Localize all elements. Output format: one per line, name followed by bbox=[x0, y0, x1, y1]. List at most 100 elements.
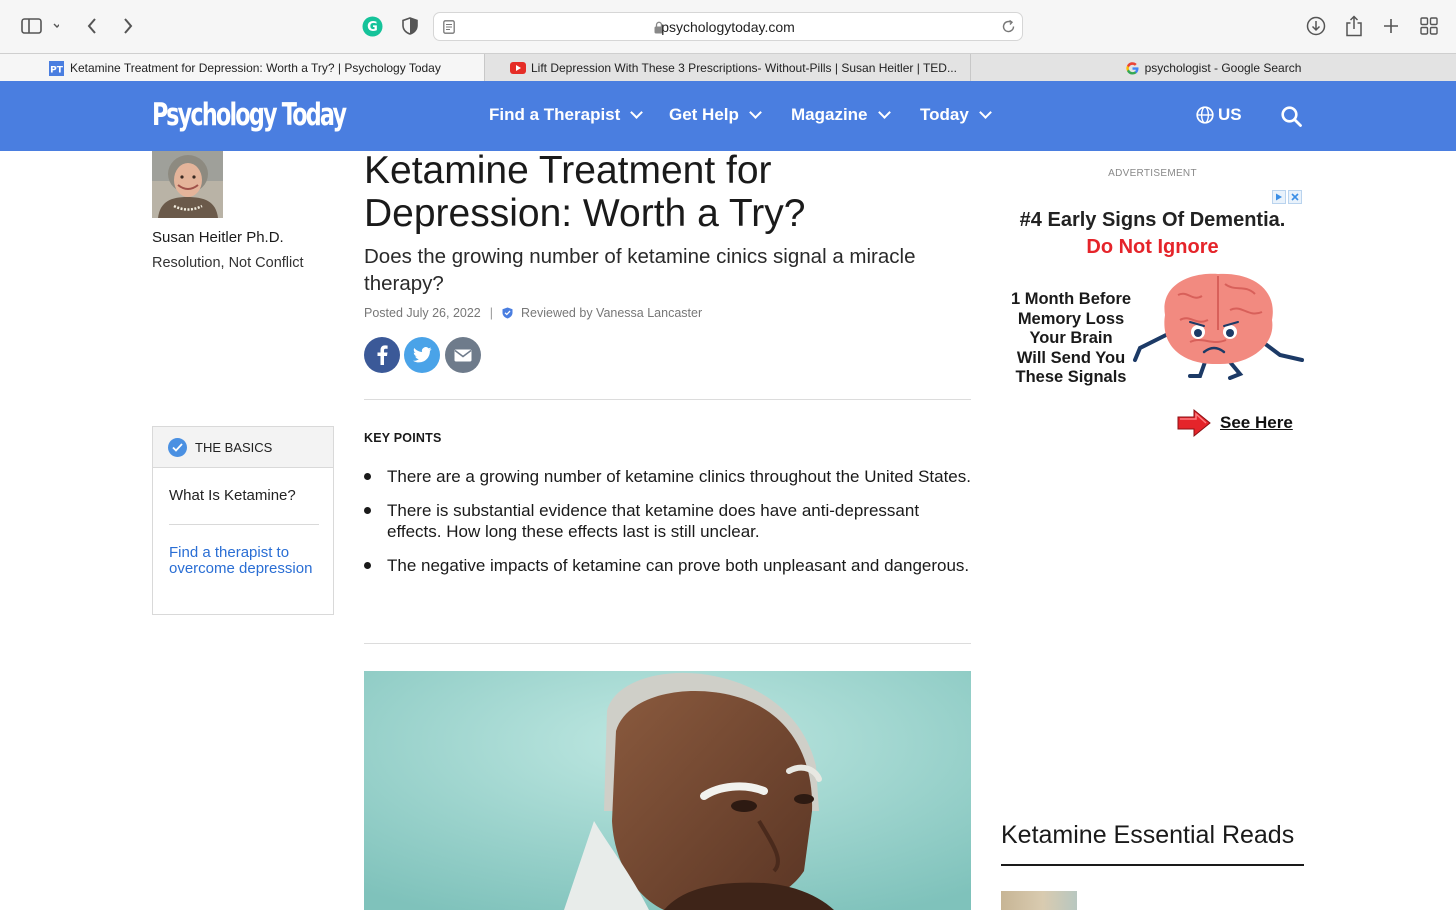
tab-label: Lift Depression With These 3 Prescriptio… bbox=[531, 61, 957, 75]
nav-today[interactable]: Today bbox=[920, 105, 992, 125]
tab-youtube-video[interactable]: Lift Depression With These 3 Prescriptio… bbox=[485, 54, 970, 82]
author-blog-name[interactable]: Resolution, Not Conflict bbox=[152, 255, 304, 271]
url-text: psychologytoday.com bbox=[661, 19, 795, 35]
chevron-down-icon bbox=[978, 106, 992, 119]
pensive-man-photo bbox=[364, 671, 971, 910]
ad-body-line: Memory Loss bbox=[1017, 309, 1125, 328]
nav-find-a-therapist[interactable]: Find a Therapist bbox=[489, 105, 644, 125]
shield-icon bbox=[402, 17, 418, 35]
ad-headline[interactable]: #4 Early Signs Of Dementia. bbox=[1001, 209, 1304, 232]
key-points-list: There are a growing number of ketamine c… bbox=[364, 466, 971, 589]
arrow-right-icon bbox=[1177, 408, 1211, 438]
browser-toolbar: G psychologytoday.com bbox=[0, 0, 1456, 53]
reviewed-by[interactable]: Reviewed by Vanessa Lancaster bbox=[521, 306, 702, 320]
reload-icon[interactable] bbox=[1001, 19, 1016, 34]
nav-label: Get Help bbox=[669, 105, 739, 124]
globe-icon bbox=[1196, 106, 1214, 124]
share-button[interactable] bbox=[1342, 12, 1366, 40]
share-icon bbox=[1346, 15, 1362, 37]
twitter-icon bbox=[412, 347, 431, 363]
nav-magazine[interactable]: Magazine bbox=[791, 105, 891, 125]
list-item: The negative impacts of ketamine can pro… bbox=[364, 555, 971, 576]
chevron-right-icon bbox=[124, 18, 133, 34]
plus-icon bbox=[1384, 19, 1398, 33]
google-favicon-icon bbox=[1125, 61, 1139, 75]
site-header: Psychology Today Find a Therapist Get He… bbox=[0, 81, 1456, 151]
tab-label: psychologist - Google Search bbox=[1144, 61, 1302, 75]
nav-label: Find a Therapist bbox=[489, 105, 621, 124]
ad-headline-warning[interactable]: Do Not Ignore bbox=[1001, 236, 1304, 259]
ad-info-icon[interactable] bbox=[1272, 190, 1286, 204]
ad-brain-illustration[interactable] bbox=[1130, 270, 1306, 385]
checkmark-circle-icon bbox=[168, 437, 187, 457]
the-basics-box: THE BASICS What Is Ketamine? Find a ther… bbox=[152, 426, 334, 615]
ad-close-icon[interactable] bbox=[1288, 190, 1302, 204]
privacy-report-button[interactable] bbox=[398, 12, 422, 40]
sad-brain-icon bbox=[1133, 273, 1304, 380]
chevron-down-icon bbox=[749, 106, 762, 119]
divider bbox=[1001, 864, 1304, 866]
forward-button[interactable] bbox=[116, 12, 140, 40]
ad-cta-label: See Here bbox=[1220, 413, 1293, 432]
sidebar-toggle-button[interactable] bbox=[20, 12, 60, 40]
download-icon bbox=[1306, 16, 1326, 36]
site-logo[interactable]: Psychology Today bbox=[152, 97, 347, 133]
youtube-favicon-icon bbox=[510, 62, 526, 74]
find-therapist-link[interactable]: Find a therapist to overcome depression bbox=[169, 545, 319, 577]
grid-icon bbox=[1420, 17, 1438, 35]
article-title: Ketamine Treatment for Depression: Worth… bbox=[364, 149, 806, 235]
sidebar-icon bbox=[21, 18, 59, 34]
region-label: US bbox=[1218, 105, 1242, 124]
list-item: There is substantial evidence that ketam… bbox=[364, 500, 971, 542]
ad-body-line: These Signals bbox=[1015, 368, 1127, 386]
new-tab-button[interactable] bbox=[1379, 12, 1403, 40]
divider bbox=[364, 399, 971, 400]
article-meta: Posted July 26, 2022 | Reviewed by Vanes… bbox=[364, 306, 702, 320]
article-hero-image bbox=[364, 671, 971, 910]
ad-cta-button[interactable]: See Here bbox=[1176, 408, 1293, 438]
tab-overview-button[interactable] bbox=[1417, 12, 1441, 40]
svg-text:PT: PT bbox=[50, 66, 64, 76]
nav-get-help[interactable]: Get Help bbox=[669, 105, 762, 125]
share-facebook-button[interactable] bbox=[364, 337, 400, 373]
tab-label: Ketamine Treatment for Depression: Worth… bbox=[70, 61, 441, 75]
site-search-button[interactable] bbox=[1281, 106, 1302, 132]
svg-text:G: G bbox=[367, 20, 378, 35]
divider bbox=[169, 524, 319, 525]
search-icon bbox=[1281, 106, 1302, 127]
list-item: There are a growing number of ketamine c… bbox=[364, 466, 971, 487]
share-twitter-button[interactable] bbox=[404, 337, 440, 373]
meta-separator: | bbox=[489, 306, 493, 320]
posted-date: Posted July 26, 2022 bbox=[364, 306, 481, 320]
ad-body-line: Your Brain bbox=[1029, 329, 1113, 347]
region-selector[interactable]: US bbox=[1196, 105, 1242, 125]
chevron-down-icon bbox=[877, 106, 891, 119]
grammarly-icon: G bbox=[362, 16, 382, 36]
ad-body-line: 1 Month Before bbox=[1010, 290, 1132, 308]
divider bbox=[364, 643, 971, 644]
author-photo[interactable] bbox=[152, 151, 223, 218]
downloads-button[interactable] bbox=[1304, 12, 1328, 40]
nav-label: Today bbox=[920, 105, 969, 124]
facebook-icon bbox=[377, 345, 388, 365]
basics-header: THE BASICS bbox=[153, 427, 333, 468]
ad-choices[interactable] bbox=[1272, 190, 1302, 204]
ad-body-text[interactable]: 1 Month Before Memory Loss Your Brain Wi… bbox=[1003, 290, 1139, 388]
essential-reads-heading: Ketamine Essential Reads bbox=[1001, 821, 1295, 849]
tab-google-search[interactable]: psychologist - Google Search bbox=[971, 54, 1456, 82]
envelope-icon bbox=[454, 349, 472, 361]
key-points-heading: KEY POINTS bbox=[364, 431, 442, 445]
back-button[interactable] bbox=[80, 12, 104, 40]
grammarly-extension-button[interactable]: G bbox=[360, 12, 384, 40]
advertisement-label: ADVERTISEMENT bbox=[1108, 168, 1197, 179]
author-name[interactable]: Susan Heitler Ph.D. bbox=[152, 229, 284, 246]
chevron-down-icon bbox=[630, 106, 644, 119]
address-bar[interactable]: psychologytoday.com bbox=[433, 12, 1023, 41]
tab-ketamine-article[interactable]: PT Ketamine Treatment for Depression: Wo… bbox=[0, 54, 484, 82]
essential-read-thumbnail[interactable] bbox=[1001, 891, 1077, 910]
author-portrait-image bbox=[152, 151, 223, 218]
chevron-left-icon bbox=[87, 18, 96, 34]
share-email-button[interactable] bbox=[445, 337, 481, 373]
pt-favicon-icon: PT bbox=[49, 61, 64, 76]
basics-link-what-is-ketamine[interactable]: What Is Ketamine? bbox=[169, 487, 296, 504]
